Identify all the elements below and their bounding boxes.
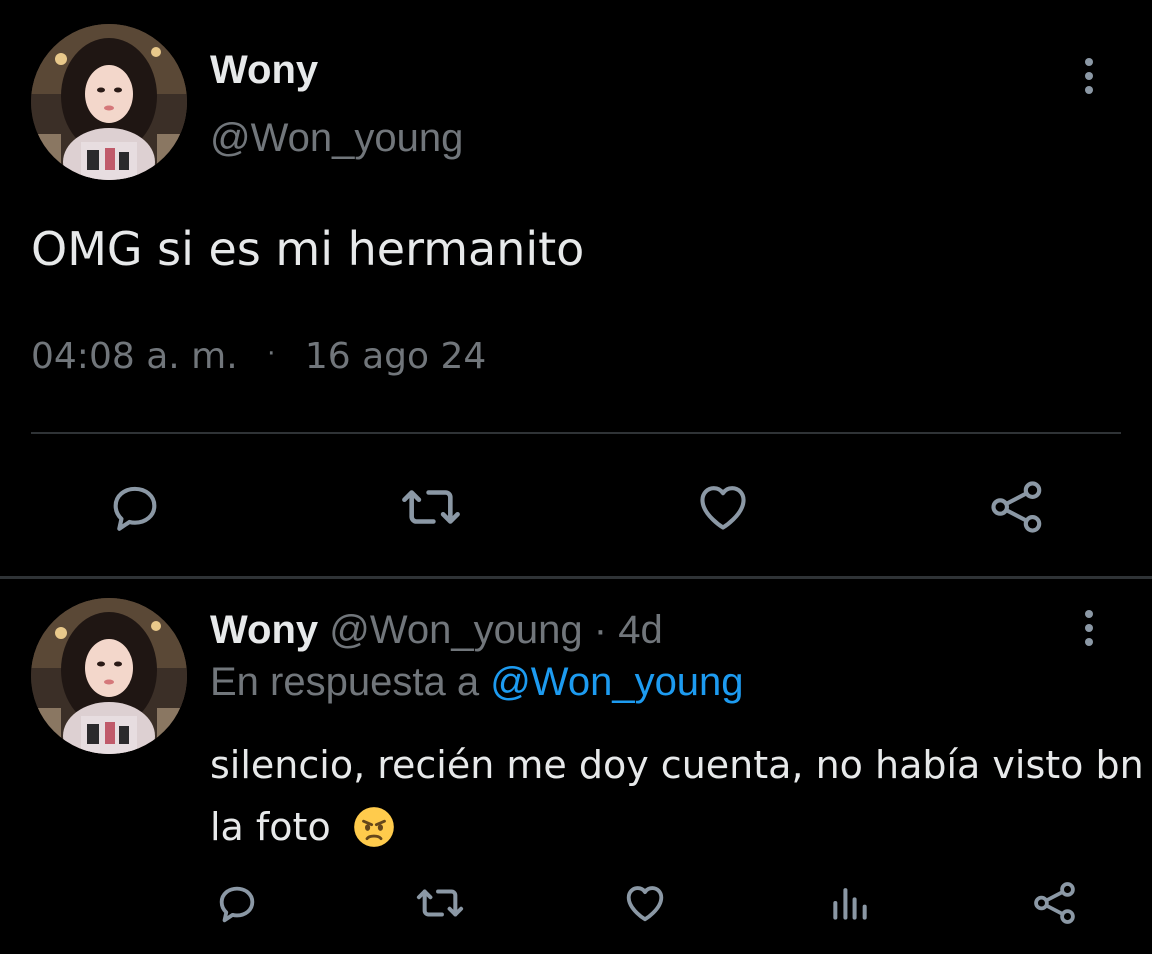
views-icon bbox=[833, 888, 867, 920]
share-icon bbox=[991, 481, 1042, 533]
reply-prefix: En respuesta a bbox=[210, 660, 480, 704]
more-vertical-icon[interactable] bbox=[1084, 58, 1094, 94]
tweet-age[interactable]: 4d bbox=[618, 608, 663, 652]
share-button[interactable] bbox=[986, 476, 1048, 538]
reply-context: En respuesta a @Won_young bbox=[210, 660, 744, 705]
angry-face-emoji bbox=[353, 807, 394, 847]
retweet-icon bbox=[416, 889, 464, 917]
share-icon bbox=[1034, 882, 1075, 924]
reply-mention-link[interactable]: @Won_young bbox=[490, 660, 743, 704]
separator-dot: · bbox=[593, 608, 608, 652]
reply-button[interactable] bbox=[106, 478, 164, 536]
share-button[interactable] bbox=[1030, 878, 1080, 928]
divider bbox=[31, 432, 1121, 434]
retweet-button[interactable] bbox=[398, 478, 464, 536]
retweet-icon bbox=[402, 490, 460, 524]
views-button[interactable] bbox=[828, 880, 872, 926]
reply-icon bbox=[113, 486, 157, 531]
reply-text: silencio, recién me doy cuenta, no había… bbox=[210, 734, 1144, 858]
profile-photo bbox=[31, 598, 187, 754]
separator-dot: · bbox=[267, 339, 276, 369]
like-button[interactable] bbox=[622, 880, 668, 926]
like-button[interactable] bbox=[694, 478, 752, 536]
profile-photo bbox=[31, 24, 187, 180]
avatar[interactable] bbox=[31, 24, 187, 180]
reply-button[interactable] bbox=[214, 880, 260, 926]
reply-text-line: silencio, recién me doy cuenta, no había… bbox=[210, 743, 1144, 787]
user-handle[interactable]: @Won_young bbox=[329, 608, 582, 652]
tweet-timestamp: 04:08 a. m. · 16 ago 24 bbox=[31, 336, 486, 377]
display-name[interactable]: Wony bbox=[210, 48, 318, 93]
tweet-date[interactable]: 16 ago 24 bbox=[305, 336, 486, 377]
reply-text-line-2: la foto bbox=[210, 796, 1144, 858]
tweet-separator bbox=[0, 576, 1152, 579]
reply-text-line: la foto bbox=[210, 805, 331, 849]
more-vertical-icon[interactable] bbox=[1084, 610, 1094, 646]
tweet-time[interactable]: 04:08 a. m. bbox=[31, 336, 238, 377]
like-icon bbox=[626, 886, 664, 922]
like-icon bbox=[700, 486, 746, 530]
retweet-button[interactable] bbox=[414, 880, 466, 926]
reply-header: Wony @Won_young · 4d bbox=[210, 608, 663, 653]
tweet-text: OMG si es mi hermanito bbox=[31, 222, 585, 276]
reply-icon bbox=[219, 886, 255, 923]
display-name[interactable]: Wony bbox=[210, 608, 318, 652]
user-handle[interactable]: @Won_young bbox=[210, 116, 463, 161]
avatar[interactable] bbox=[31, 598, 187, 754]
